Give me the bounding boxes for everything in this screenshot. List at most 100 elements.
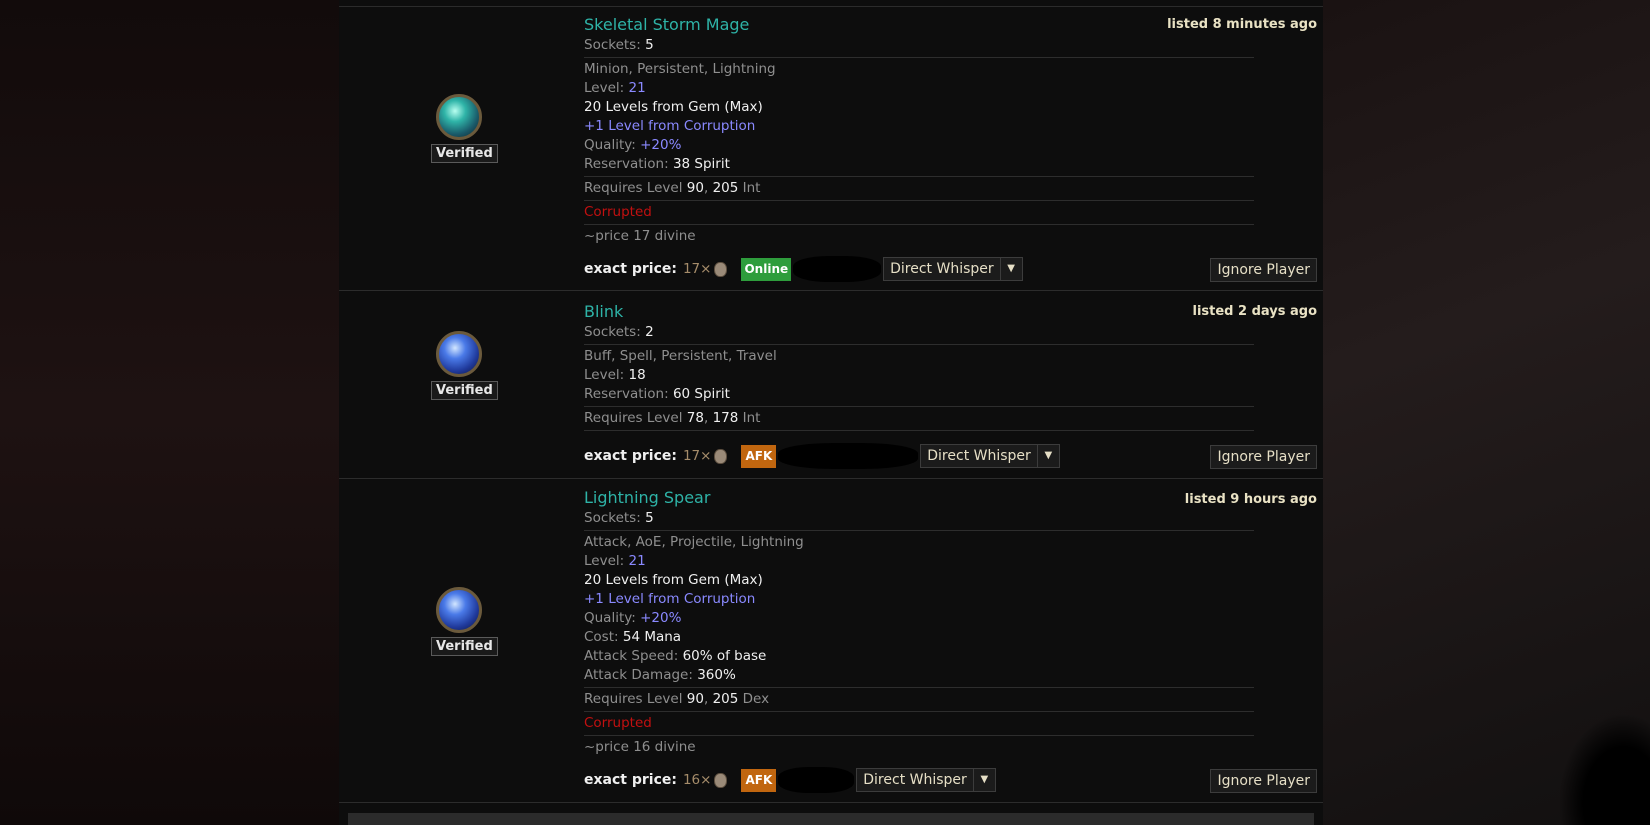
- gem-icon[interactable]: [436, 587, 482, 633]
- separator: [584, 406, 1254, 407]
- requirements-label: Requires Level: [584, 691, 683, 707]
- sockets-value: 2: [645, 324, 654, 340]
- attack-damage-label: Attack Damage:: [584, 667, 693, 683]
- listing-row: Verified listed 9 hours ago Lightning Sp…: [339, 479, 1323, 803]
- price-count: 17×: [682, 261, 712, 277]
- quality-label: Quality:: [584, 137, 636, 153]
- level-line: Level: 21: [584, 79, 1254, 98]
- requirements-line: Requires Level 78, 178 Int: [584, 410, 761, 426]
- cost-label: Cost:: [584, 629, 619, 645]
- price-row: exact price: 17× Online Direct Whisper ▼: [584, 256, 1023, 282]
- item-details: Lightning Spear Sockets: 5 Attack, AoE, …: [584, 487, 1254, 757]
- cost-line: Cost: 54 Mana: [584, 628, 1254, 647]
- corrupted-label: Corrupted: [584, 715, 652, 731]
- attack-damage-value: 360%: [697, 667, 736, 683]
- background-left: [0, 0, 340, 825]
- price-row: exact price: 16× AFK Direct Whisper ▼: [584, 767, 996, 793]
- ignore-player-button[interactable]: Ignore Player: [1210, 258, 1317, 282]
- separator: [584, 176, 1254, 177]
- level-value: 18: [628, 367, 646, 383]
- attack-speed-label: Attack Speed:: [584, 648, 679, 664]
- online-status-badge: Online: [741, 257, 792, 281]
- requirements-line: Requires Level 90, 205 Dex: [584, 691, 770, 707]
- price-note: ~price 17 divine: [584, 228, 696, 244]
- reservation-line: Reservation: 60 Spirit: [584, 385, 1254, 404]
- sockets-label: Sockets:: [584, 324, 641, 340]
- direct-whisper-button[interactable]: Direct Whisper: [856, 768, 974, 792]
- attack-damage-line: Attack Damage: 360%: [584, 666, 1254, 685]
- requirements-line: Requires Level 90, 205 Int: [584, 180, 761, 196]
- divine-orb-icon: [714, 261, 728, 277]
- req-stat-name: Int: [742, 410, 761, 426]
- level-label: Level:: [584, 367, 625, 383]
- corrupted-label: Corrupted: [584, 204, 652, 220]
- req-level-value: 78: [686, 410, 704, 426]
- price-count: 16×: [682, 772, 712, 788]
- reservation-label: Reservation:: [584, 156, 669, 172]
- gem-tags: Attack, AoE, Projectile, Lightning: [584, 534, 804, 550]
- item-name[interactable]: Skeletal Storm Mage: [584, 14, 1254, 36]
- level-line: Level: 21: [584, 552, 1254, 571]
- item-details: Blink Sockets: 2 Buff, Spell, Persistent…: [584, 301, 1254, 433]
- direct-whisper-button[interactable]: Direct Whisper: [920, 444, 1038, 468]
- level-label: Level:: [584, 80, 625, 96]
- reservation-label: Reservation:: [584, 386, 669, 402]
- gem-item[interactable]: Verified: [431, 94, 498, 163]
- reservation-value: 38 Spirit: [672, 156, 730, 172]
- verified-badge: Verified: [431, 637, 498, 656]
- direct-whisper-button[interactable]: Direct Whisper: [883, 257, 1001, 281]
- separator: [584, 200, 1254, 201]
- level-value: 21: [628, 80, 646, 96]
- background-right: [1320, 0, 1650, 825]
- separator: [584, 687, 1254, 688]
- req-stat-name: Dex: [742, 691, 770, 707]
- req-stat-value: 178: [712, 410, 739, 426]
- price-note: ~price 16 divine: [584, 739, 696, 755]
- sockets-line: Sockets: 2: [584, 323, 1254, 342]
- quality-label: Quality:: [584, 610, 636, 626]
- gem-levels: 20 Levels from Gem (Max): [584, 99, 763, 115]
- level-value: 21: [628, 553, 646, 569]
- separator: [584, 735, 1254, 736]
- gem-icon[interactable]: [436, 331, 482, 377]
- quality-line: Quality: +20%: [584, 136, 1254, 155]
- verified-badge: Verified: [431, 144, 498, 163]
- reservation-line: Reservation: 38 Spirit: [584, 155, 1254, 174]
- chevron-down-icon[interactable]: ▼: [973, 768, 996, 792]
- afk-status-badge: AFK: [741, 768, 777, 792]
- verified-badge: Verified: [431, 381, 498, 400]
- chevron-down-icon[interactable]: ▼: [1000, 257, 1023, 281]
- ignore-player-button[interactable]: Ignore Player: [1210, 769, 1317, 793]
- requirements-label: Requires Level: [584, 180, 683, 196]
- price-count: 17×: [682, 448, 712, 464]
- gem-item[interactable]: Verified: [431, 331, 498, 400]
- exact-price-label: exact price:: [584, 448, 677, 464]
- gem-item[interactable]: Verified: [431, 587, 498, 656]
- listing-row: Verified listed 2 days ago Blink Sockets…: [339, 291, 1323, 479]
- separator: [584, 344, 1254, 345]
- ignore-player-button[interactable]: Ignore Player: [1210, 445, 1317, 469]
- requirements-label: Requires Level: [584, 410, 683, 426]
- attack-speed-value: 60% of base: [682, 648, 767, 664]
- separator: [584, 224, 1254, 225]
- background-figure: [1560, 715, 1650, 825]
- separator: [584, 530, 1254, 531]
- gem-icon[interactable]: [436, 94, 482, 140]
- separator: [584, 430, 1254, 431]
- corruption-levels: +1 Level from Corruption: [584, 118, 756, 134]
- redacted-seller-name: [793, 256, 882, 282]
- item-name[interactable]: Blink: [584, 301, 1254, 323]
- item-name[interactable]: Lightning Spear: [584, 487, 1254, 509]
- afk-status-badge: AFK: [741, 444, 777, 468]
- item-details: Skeletal Storm Mage Sockets: 5 Minion, P…: [584, 14, 1254, 246]
- redacted-seller-name: [778, 767, 855, 793]
- sockets-label: Sockets:: [584, 510, 641, 526]
- price-row: exact price: 17× AFK Direct Whisper ▼: [584, 443, 1060, 469]
- sockets-label: Sockets:: [584, 37, 641, 53]
- req-stat-value: 205: [712, 180, 739, 196]
- gem-tags: Buff, Spell, Persistent, Travel: [584, 348, 777, 364]
- req-stat-value: 205: [712, 691, 739, 707]
- redacted-seller-name: [778, 443, 919, 469]
- quality-value: +20%: [640, 610, 682, 626]
- chevron-down-icon[interactable]: ▼: [1037, 444, 1060, 468]
